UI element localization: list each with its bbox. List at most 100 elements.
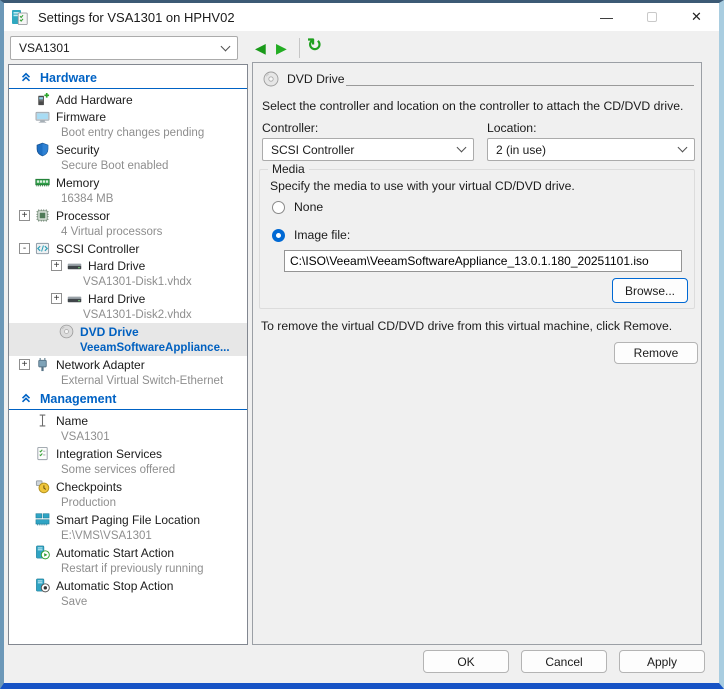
item-sublabel: Restart if previously running [9,561,247,577]
name-icon [35,413,50,428]
browse-button[interactable]: Browse... [612,278,688,303]
radio-none-circle[interactable] [272,201,285,214]
collapse-icon[interactable]: - [19,243,30,254]
sidebar-item-smart-paging-file-location[interactable]: Smart Paging File Location [9,511,247,528]
expand-icon[interactable]: + [19,210,30,221]
sidebar-item-memory[interactable]: Memory [9,174,247,191]
media-groupbox: Media Specify the media to use with your… [259,169,695,309]
scsi-controller-icon [35,241,50,256]
item-label: SCSI Controller [56,242,139,256]
item-label: Automatic Stop Action [56,579,173,593]
expand-icon[interactable]: + [19,359,30,370]
memory-icon [35,175,50,190]
image-file-path-input[interactable] [284,250,682,272]
sidebar-item-automatic-start-action[interactable]: Automatic Start Action [9,544,247,561]
item-sublabel: External Virtual Switch-Ethernet [9,373,247,389]
item-sublabel: VSA1301-Disk1.vhdx [9,274,247,290]
title-bar: Settings for VSA1301 on HPHV02 — ✕ [4,3,719,31]
sidebar-item-security[interactable]: Security [9,141,247,158]
sidebar-section-management[interactable]: Management [9,389,247,408]
close-button[interactable]: ✕ [674,3,719,31]
hard-drive-icon [67,258,82,273]
radio-image-label: Image file: [294,228,350,242]
checkpoints-icon [35,479,50,494]
controller-value: SCSI Controller [271,143,354,157]
radio-image-circle[interactable] [272,229,285,242]
item-label: Security [56,143,99,157]
item-sublabel: Secure Boot enabled [9,158,247,174]
remove-hint-text: To remove the virtual CD/DVD drive from … [261,319,693,333]
sidebar-item-checkpoints[interactable]: Checkpoints [9,478,247,495]
media-description: Specify the media to use with your virtu… [270,179,575,193]
maximize-button [629,3,674,31]
refresh-button[interactable]: ↻ [307,35,322,56]
item-label: Checkpoints [56,480,122,494]
radio-option-image-file[interactable]: Image file: [272,228,350,242]
smart-paging-icon [35,512,50,527]
section-rule [9,88,247,89]
vm-selector-dropdown[interactable]: VSA1301 [10,36,238,60]
minimize-button[interactable]: — [584,3,629,31]
processor-icon [35,208,50,223]
sidebar-item-network-adapter[interactable]: + Network Adapter [9,356,247,373]
sidebar-item-firmware[interactable]: Firmware [9,108,247,125]
item-label: Hard Drive [88,259,145,273]
dvd-disc-icon [263,71,279,87]
navigate-forward-button[interactable]: ▶ [276,38,287,58]
controller-dropdown[interactable]: SCSI Controller [262,138,474,161]
radio-option-none[interactable]: None [272,200,323,214]
expand-icon[interactable]: + [51,260,62,271]
sidebar-item-automatic-stop-action[interactable]: Automatic Stop Action [9,577,247,594]
item-sublabel: E:\VMS\VSA1301 [9,528,247,544]
toolbar-separator [299,38,300,58]
media-group-title: Media [268,162,309,176]
sidebar-item-scsi-controller[interactable]: - SCSI Controller [9,240,247,257]
auto-start-icon [35,545,50,560]
item-label: DVD Drive [80,325,139,339]
panel-header-rule [346,85,694,86]
dvd-drive-panel: DVD Drive Select the controller and loca… [252,62,702,645]
collapse-chevron-icon [21,392,31,406]
sidebar-item-processor[interactable]: + Processor [9,207,247,224]
toolbar: VSA1301 ◀ ▶ ↻ [4,31,719,64]
maximize-icon [647,12,657,22]
radio-none-label: None [294,200,323,214]
sidebar-item-integration-services[interactable]: Integration Services [9,445,247,462]
expand-icon[interactable]: + [51,293,62,304]
hard-drive-icon [67,291,82,306]
panel-header: DVD Drive [263,71,345,87]
section-label: Management [40,392,116,406]
controller-label: Controller: [262,121,318,135]
chevron-down-icon [457,143,467,153]
item-label: Name [56,414,88,428]
chevron-down-icon [221,41,231,51]
item-sublabel: VSA1301 [9,429,247,445]
ok-button[interactable]: OK [423,650,509,673]
apply-button[interactable]: Apply [619,650,705,673]
security-icon [35,142,50,157]
item-sublabel: Save [9,594,247,610]
sidebar-item-name[interactable]: Name [9,412,247,429]
item-label: Firmware [56,110,106,124]
add-hardware-icon [35,92,50,107]
collapse-chevron-icon [21,71,31,85]
sidebar-item-hard-drive[interactable]: + Hard Drive [9,290,247,307]
item-label: Network Adapter [56,358,145,372]
sidebar-item-dvd-drive[interactable]: DVD Drive [9,323,247,340]
item-label: Hard Drive [88,292,145,306]
remove-button[interactable]: Remove [614,342,698,364]
location-label: Location: [487,121,536,135]
navigate-back-button[interactable]: ◀ [255,38,266,58]
location-dropdown[interactable]: 2 (in use) [487,138,695,161]
item-sublabel: VeeamSoftwareAppliance... [9,340,247,356]
sidebar-item-add-hardware[interactable]: Add Hardware [9,91,247,108]
location-value: 2 (in use) [496,143,546,157]
item-sublabel: Boot entry changes pending [9,125,247,141]
item-sublabel: Some services offered [9,462,247,478]
sidebar-section-hardware[interactable]: Hardware [9,68,247,87]
sidebar-item-hard-drive[interactable]: + Hard Drive [9,257,247,274]
item-sublabel: Production [9,495,247,511]
cancel-button[interactable]: Cancel [521,650,607,673]
chevron-down-icon [678,143,688,153]
item-label: Processor [56,209,110,223]
